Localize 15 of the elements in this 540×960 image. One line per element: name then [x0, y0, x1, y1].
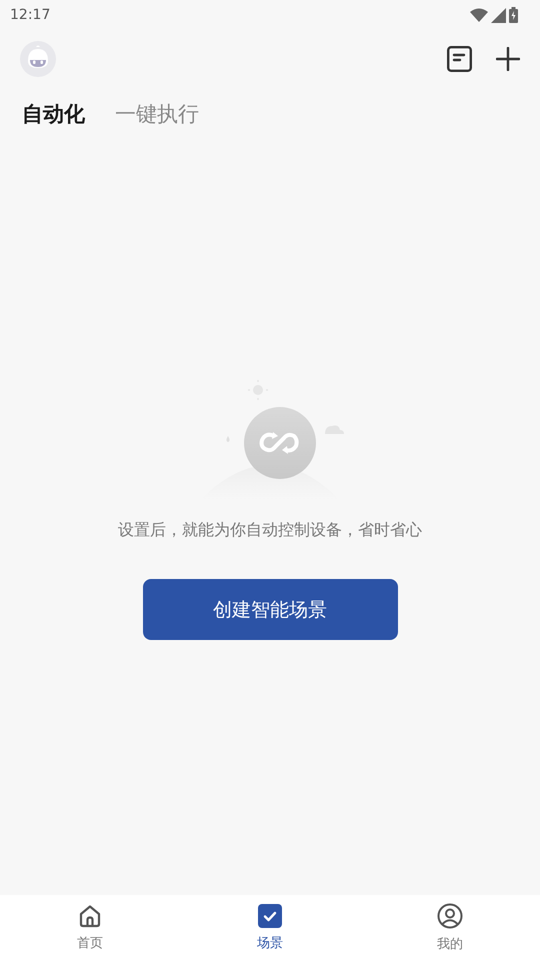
document-icon[interactable]	[447, 46, 472, 72]
create-scene-button[interactable]: 创建智能场景	[142, 579, 398, 640]
add-icon[interactable]	[496, 47, 520, 71]
profile-icon	[437, 902, 463, 928]
wifi-icon	[470, 8, 488, 22]
tab[interactable]: 自动化	[22, 100, 85, 128]
empty-message: 设置后，就能为你自动控制设备，省时省心	[118, 520, 422, 541]
nav-tab[interactable]: 首页	[0, 895, 180, 960]
battery-icon	[509, 7, 518, 23]
nav-tab[interactable]: 场景	[180, 895, 360, 960]
nav-tab[interactable]: 我的	[360, 895, 540, 960]
status-time: 12:17	[10, 7, 50, 23]
checkbox-icon	[258, 904, 282, 928]
home-icon	[78, 904, 102, 928]
signal-icon	[491, 8, 506, 22]
